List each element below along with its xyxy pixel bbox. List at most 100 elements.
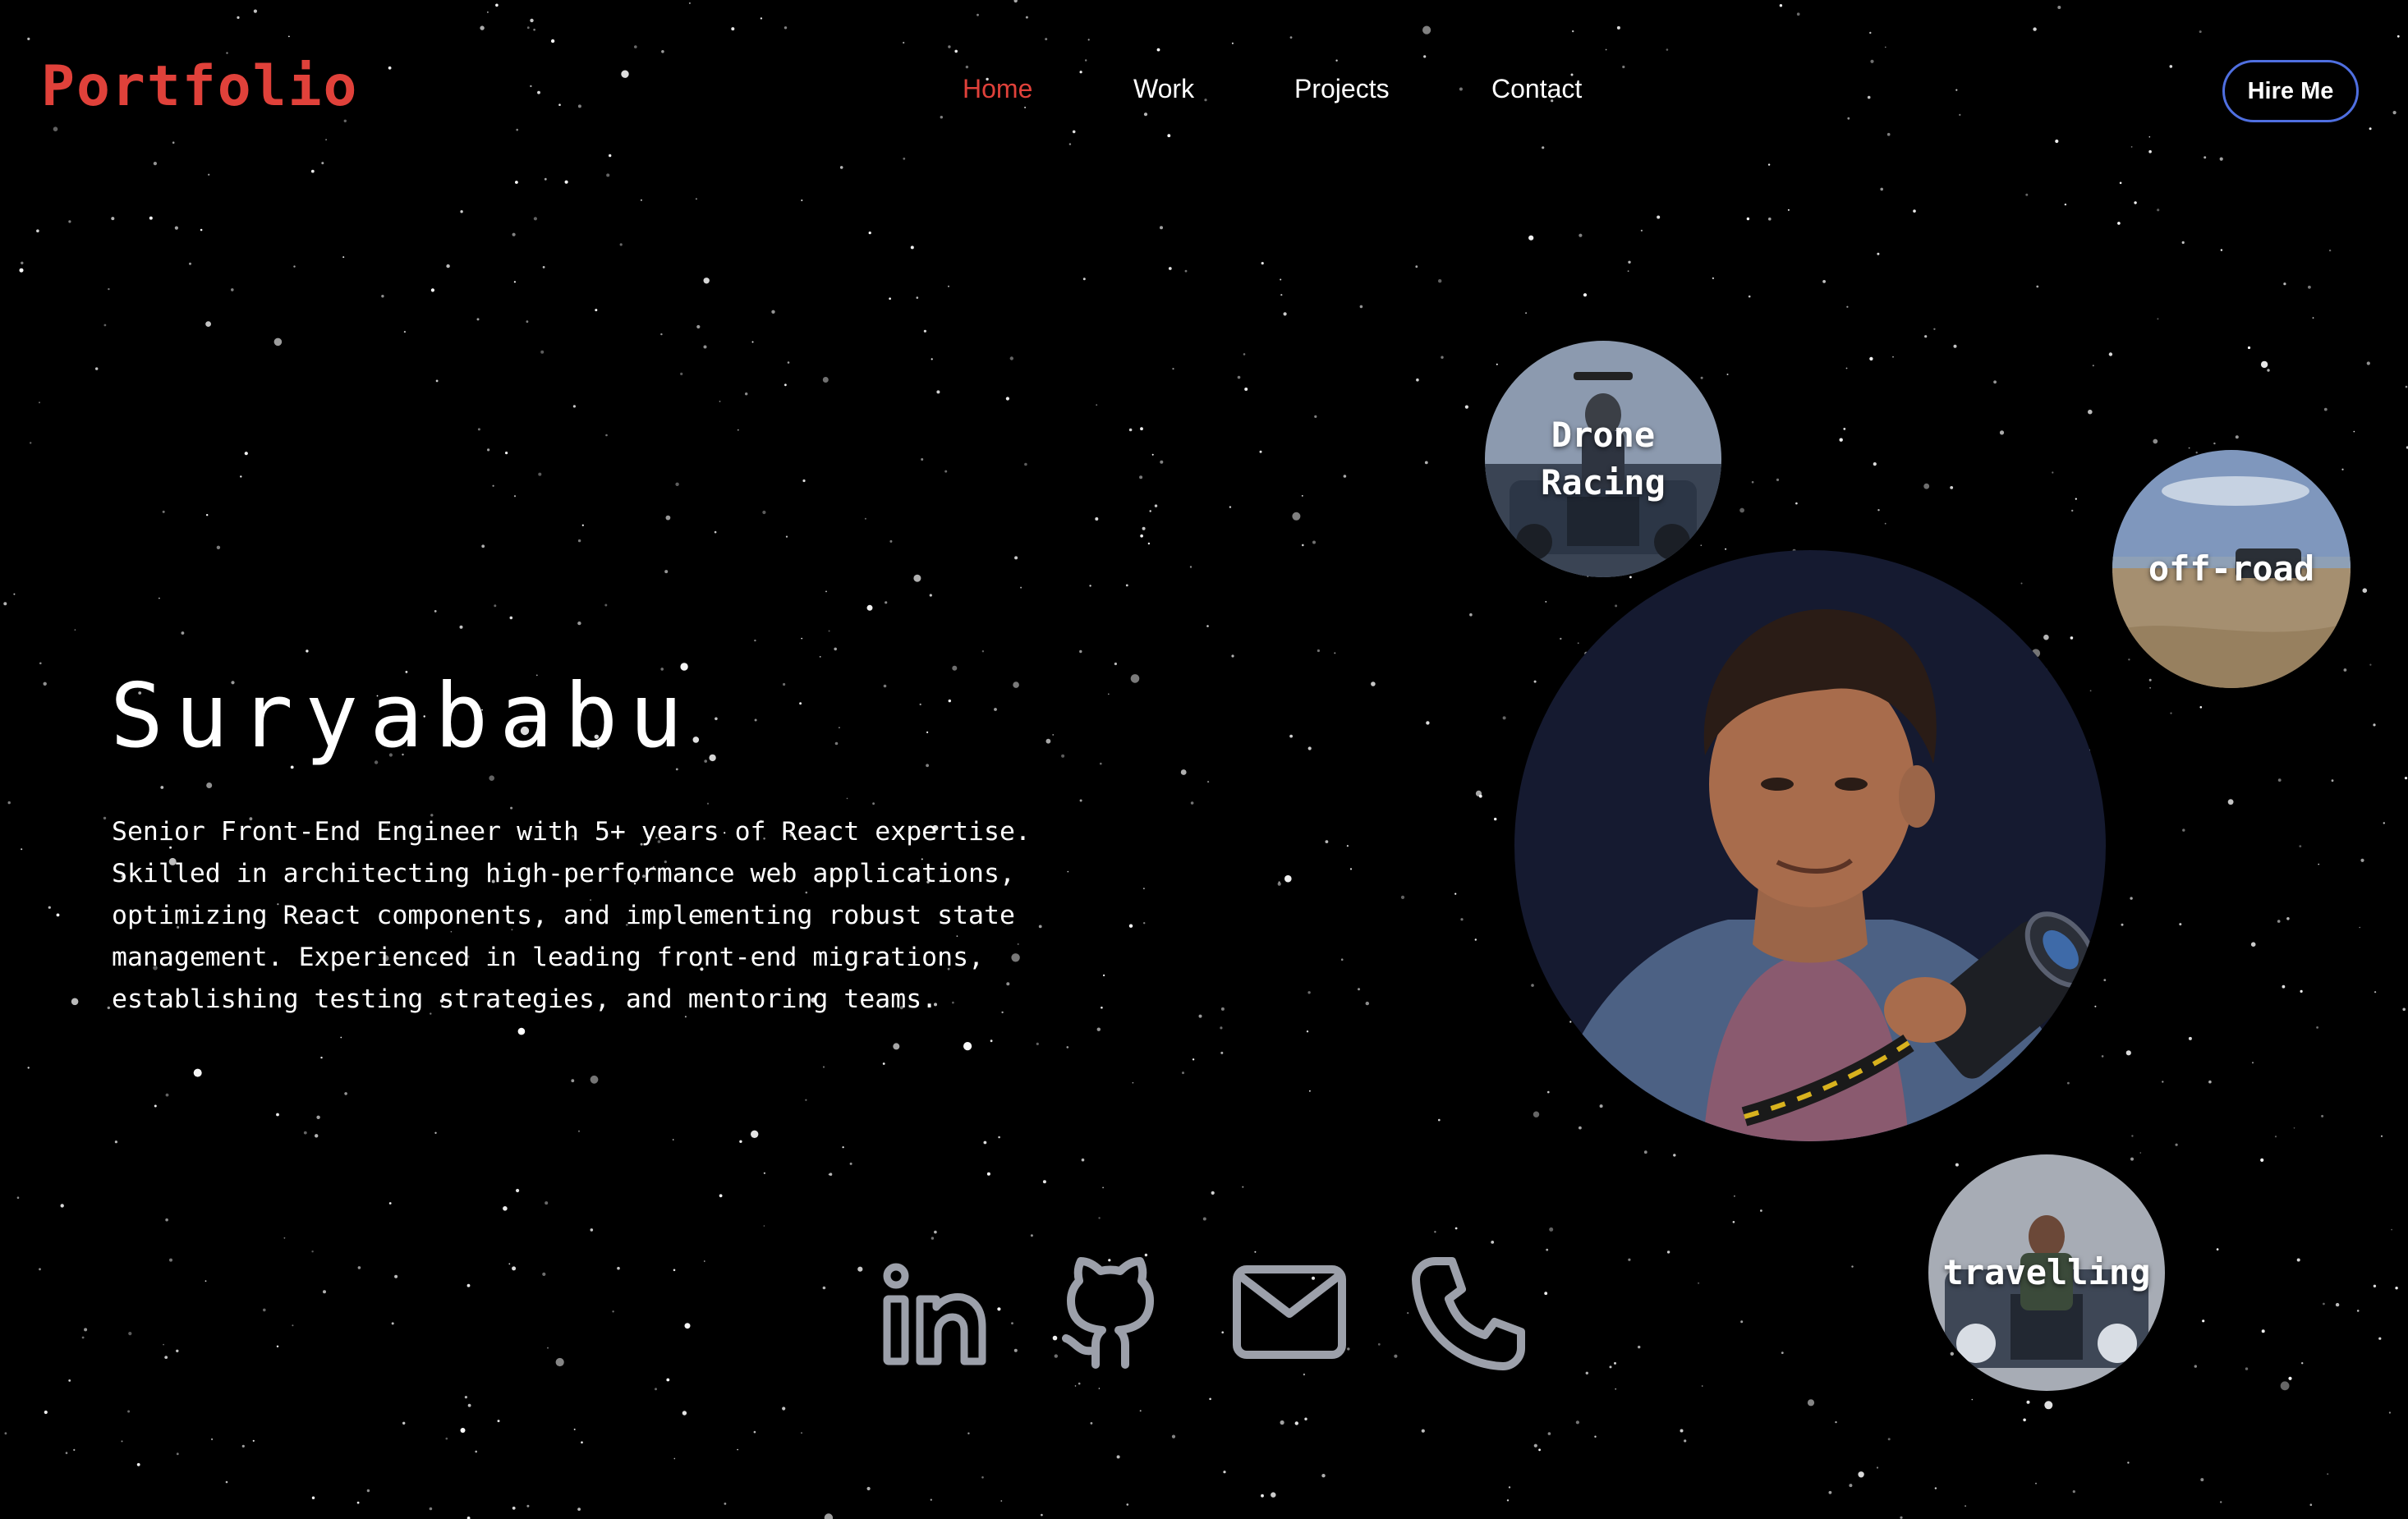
star (910, 246, 914, 250)
star (864, 517, 866, 520)
star (737, 1448, 738, 1451)
star (1140, 427, 1143, 431)
star (216, 545, 221, 549)
star (739, 1140, 742, 1144)
star (1698, 1282, 1700, 1284)
star (930, 1498, 932, 1501)
star (1494, 817, 1497, 821)
star (783, 682, 786, 686)
star (2125, 1050, 2131, 1056)
star (590, 1075, 599, 1084)
nav-home[interactable]: Home (963, 74, 1032, 104)
star (1096, 404, 1098, 406)
star (2208, 1080, 2212, 1084)
star (1172, 368, 1174, 370)
star (605, 434, 608, 437)
star (998, 1136, 1000, 1139)
star (944, 470, 948, 473)
star (2220, 249, 2223, 251)
star (2323, 1302, 2325, 1306)
star (1102, 1186, 1104, 1189)
star (577, 1508, 581, 1511)
email-link[interactable] (1232, 1256, 1347, 1371)
star (1347, 1347, 1350, 1351)
star (1114, 662, 1117, 666)
star (21, 848, 23, 851)
star (1231, 654, 1234, 658)
star (107, 1006, 110, 1010)
star (2356, 1310, 2360, 1312)
star (849, 1162, 852, 1165)
linkedin-link[interactable] (877, 1256, 992, 1371)
star (2202, 1319, 2205, 1323)
star (634, 45, 637, 48)
phone-link[interactable] (1411, 1256, 1526, 1371)
star (494, 604, 497, 608)
star (2092, 365, 2094, 367)
star (706, 802, 710, 805)
star (751, 341, 754, 343)
star (981, 1476, 984, 1479)
star (948, 45, 951, 48)
star (2331, 779, 2334, 782)
nav-projects[interactable]: Projects (1294, 74, 1390, 104)
star (2088, 409, 2093, 415)
interest-travelling[interactable]: travelling (1928, 1154, 2165, 1391)
star (784, 383, 787, 387)
star (1585, 1371, 1589, 1375)
star (1528, 235, 1534, 241)
star (1066, 1046, 1069, 1049)
star (822, 377, 829, 383)
interest-off-road[interactable]: off-road (2112, 450, 2351, 688)
star (2182, 828, 2185, 832)
star (903, 41, 905, 44)
star (516, 1188, 520, 1193)
star (1533, 1443, 1537, 1448)
star (128, 1332, 132, 1336)
star (172, 141, 175, 144)
star (1622, 65, 1625, 69)
interest-drone-racing[interactable]: Drone Racing (1485, 341, 1721, 577)
nav-contact[interactable]: Contact (1491, 74, 1582, 104)
hire-me-button[interactable]: Hire Me (2222, 60, 2359, 122)
star (2335, 1302, 2340, 1307)
star (510, 806, 513, 810)
star (16, 1196, 20, 1199)
star (581, 524, 584, 526)
github-link[interactable] (1053, 1256, 1168, 1371)
star (1474, 938, 1477, 941)
star (990, 1039, 993, 1043)
interest-label: off-road (2148, 548, 2315, 589)
star (913, 574, 921, 582)
star (149, 216, 153, 220)
star (983, 1140, 987, 1145)
star (1628, 260, 1631, 264)
star (160, 786, 164, 789)
star (1220, 1051, 1224, 1054)
interest-label: travelling (1942, 1252, 2151, 1292)
star (1846, 305, 1849, 308)
star (2321, 1114, 2324, 1117)
star (381, 295, 384, 298)
star (921, 458, 924, 461)
star (1098, 1217, 1101, 1219)
star (2026, 1400, 2030, 1404)
star (1042, 1180, 1046, 1184)
star (609, 154, 612, 158)
nav-work[interactable]: Work (1133, 74, 1194, 104)
star (1220, 1026, 1223, 1030)
star (1508, 1486, 1511, 1489)
star (321, 162, 324, 165)
star (1923, 483, 1930, 489)
star (517, 1027, 526, 1035)
star (1438, 1118, 1441, 1122)
star (1013, 0, 1018, 3)
star (159, 597, 160, 599)
star (709, 754, 716, 762)
star (771, 310, 775, 314)
star (1605, 48, 1607, 51)
star (1847, 117, 1850, 120)
star (2071, 509, 2074, 512)
star (1807, 1399, 1815, 1407)
star (1168, 267, 1172, 270)
